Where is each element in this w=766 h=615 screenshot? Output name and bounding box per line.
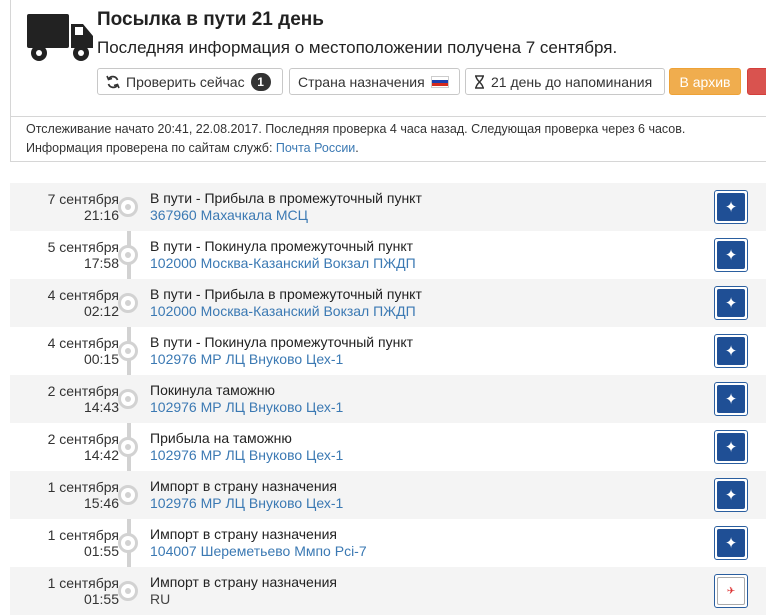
destination-country-button[interactable]: Страна назначения bbox=[289, 68, 460, 95]
event-time: 14:42 bbox=[83, 447, 119, 463]
event-location-link[interactable]: 102976 МР ЛЦ Внуково Цех-1 bbox=[150, 495, 343, 511]
event-date: 1 сентября bbox=[47, 479, 119, 495]
timeline-dot bbox=[118, 389, 138, 409]
event-date: 4 сентября bbox=[47, 335, 119, 351]
archive-button[interactable]: В архив bbox=[669, 68, 741, 95]
timeline-dot bbox=[118, 341, 138, 361]
timeline-dot bbox=[118, 485, 138, 505]
event-time: 00:15 bbox=[83, 351, 119, 367]
timeline-event: 4 сентября 02:12 В пути - Прибыла в пром… bbox=[10, 279, 766, 327]
timeline-event: 7 сентября 21:16 В пути - Прибыла в пром… bbox=[10, 183, 766, 231]
tracking-timeline: 7 сентября 21:16 В пути - Прибыла в пром… bbox=[10, 183, 766, 615]
destination-country-label: Страна назначения bbox=[298, 73, 425, 90]
check-now-label: Проверить сейчас bbox=[126, 73, 245, 90]
event-time: 02:12 bbox=[83, 303, 119, 319]
tracking-info-bar: Отслеживание начато 20:41, 22.08.2017. П… bbox=[10, 117, 766, 162]
truck-icon bbox=[27, 14, 93, 61]
timeline-event: 2 сентября 14:43 Покинула таможню 102976… bbox=[10, 375, 766, 423]
timeline-dot bbox=[118, 437, 138, 457]
refresh-icon bbox=[106, 75, 120, 88]
timeline-dot bbox=[118, 581, 138, 601]
event-date: 7 сентября bbox=[47, 191, 119, 207]
event-status: В пути - Покинула промежуточный пункт bbox=[150, 238, 414, 254]
timeline-event: 5 сентября 17:58 В пути - Покинула проме… bbox=[10, 231, 766, 279]
event-status: Импорт в страну назначения bbox=[150, 574, 337, 590]
event-status: Импорт в страну назначения bbox=[150, 526, 337, 542]
reminder-button[interactable]: 21 день до напоминания bbox=[465, 68, 665, 95]
hourglass-icon bbox=[475, 74, 484, 89]
event-date: 5 сентября bbox=[47, 239, 119, 255]
timeline-event: 1 сентября 01:55 Импорт в страну назначе… bbox=[10, 519, 766, 567]
timeline-dot bbox=[118, 533, 138, 553]
timeline-event: 1 сентября 01:55 Импорт в страну назначе… bbox=[10, 567, 766, 615]
event-location-link[interactable]: 102000 Москва-Казанский Вокзал ПЖДП bbox=[150, 303, 416, 319]
event-time: 21:16 bbox=[83, 207, 119, 223]
parcel-header-card: Посылка в пути 21 день Последняя информа… bbox=[10, 0, 766, 117]
parcel-status-title: Посылка в пути 21 день bbox=[97, 9, 324, 30]
event-location-link[interactable]: 102976 МР ЛЦ Внуково Цех-1 bbox=[150, 447, 343, 463]
russian-post-logo[interactable]: ✦ bbox=[714, 430, 748, 464]
tracking-start-info: Отслеживание начато 20:41, 22.08.2017. П… bbox=[26, 122, 686, 136]
russian-post-logo[interactable]: ✦ bbox=[714, 334, 748, 368]
event-location-link[interactable]: 367960 Махачкала МСЦ bbox=[150, 207, 308, 223]
event-date: 2 сентября bbox=[47, 431, 119, 447]
event-status: В пути - Покинула промежуточный пункт bbox=[150, 334, 414, 350]
russian-post-link[interactable]: Почта России bbox=[276, 141, 355, 155]
event-date: 4 сентября bbox=[47, 287, 119, 303]
event-location-link[interactable]: 102976 МР ЛЦ Внуково Цех-1 bbox=[150, 351, 343, 367]
event-time: 01:55 bbox=[83, 591, 119, 607]
last-location-info: Последняя информация о местоположении по… bbox=[97, 38, 618, 57]
check-count-badge: 1 bbox=[250, 72, 271, 91]
russian-post-logo[interactable]: ✦ bbox=[714, 238, 748, 272]
checked-services-info: Информация проверена по сайтам служб: По… bbox=[26, 141, 359, 155]
event-time: 15:46 bbox=[83, 495, 119, 511]
delete-button[interactable] bbox=[747, 68, 766, 95]
event-status: Импорт в страну назначения bbox=[150, 478, 337, 494]
russian-post-logo[interactable]: ✦ bbox=[714, 190, 748, 224]
event-location-link[interactable]: 102976 МР ЛЦ Внуково Цех-1 bbox=[150, 399, 343, 415]
checked-services-prefix: Информация проверена по сайтам служб: bbox=[26, 141, 276, 155]
event-location: RU bbox=[150, 591, 171, 607]
timeline-dot bbox=[118, 197, 138, 217]
event-status: В пути - Прибыла в промежуточный пункт bbox=[150, 190, 422, 206]
russian-post-logo[interactable]: ✦ bbox=[714, 382, 748, 416]
carrier-logo[interactable]: ✈ bbox=[714, 574, 748, 608]
russia-flag-icon bbox=[430, 75, 449, 88]
timeline-event: 2 сентября 14:42 Прибыла на таможню 1029… bbox=[10, 423, 766, 471]
timeline-event: 4 сентября 00:15 В пути - Покинула проме… bbox=[10, 327, 766, 375]
russian-post-logo[interactable]: ✦ bbox=[714, 478, 748, 512]
event-time: 17:58 bbox=[83, 255, 119, 271]
event-date: 2 сентября bbox=[47, 383, 119, 399]
event-location-link[interactable]: 104007 Шереметьево Ммпо Pci-7 bbox=[150, 543, 367, 559]
check-now-button[interactable]: Проверить сейчас 1 bbox=[97, 68, 283, 95]
checked-services-suffix: . bbox=[355, 141, 359, 155]
event-location-link[interactable]: 102000 Москва-Казанский Вокзал ПЖДП bbox=[150, 255, 416, 271]
event-date: 1 сентября bbox=[47, 527, 119, 543]
event-time: 14:43 bbox=[83, 399, 119, 415]
event-time: 01:55 bbox=[83, 543, 119, 559]
event-status: Прибыла на таможню bbox=[150, 430, 292, 446]
russian-post-logo[interactable]: ✦ bbox=[714, 286, 748, 320]
timeline-event: 1 сентября 15:46 Импорт в страну назначе… bbox=[10, 471, 766, 519]
timeline-dot bbox=[118, 293, 138, 313]
event-date: 1 сентября bbox=[47, 575, 119, 591]
event-status: Покинула таможню bbox=[150, 382, 275, 398]
reminder-label: 21 день до напоминания bbox=[491, 73, 653, 90]
timeline-dot bbox=[118, 245, 138, 265]
russian-post-logo[interactable]: ✦ bbox=[714, 526, 748, 560]
event-status: В пути - Прибыла в промежуточный пункт bbox=[150, 286, 422, 302]
